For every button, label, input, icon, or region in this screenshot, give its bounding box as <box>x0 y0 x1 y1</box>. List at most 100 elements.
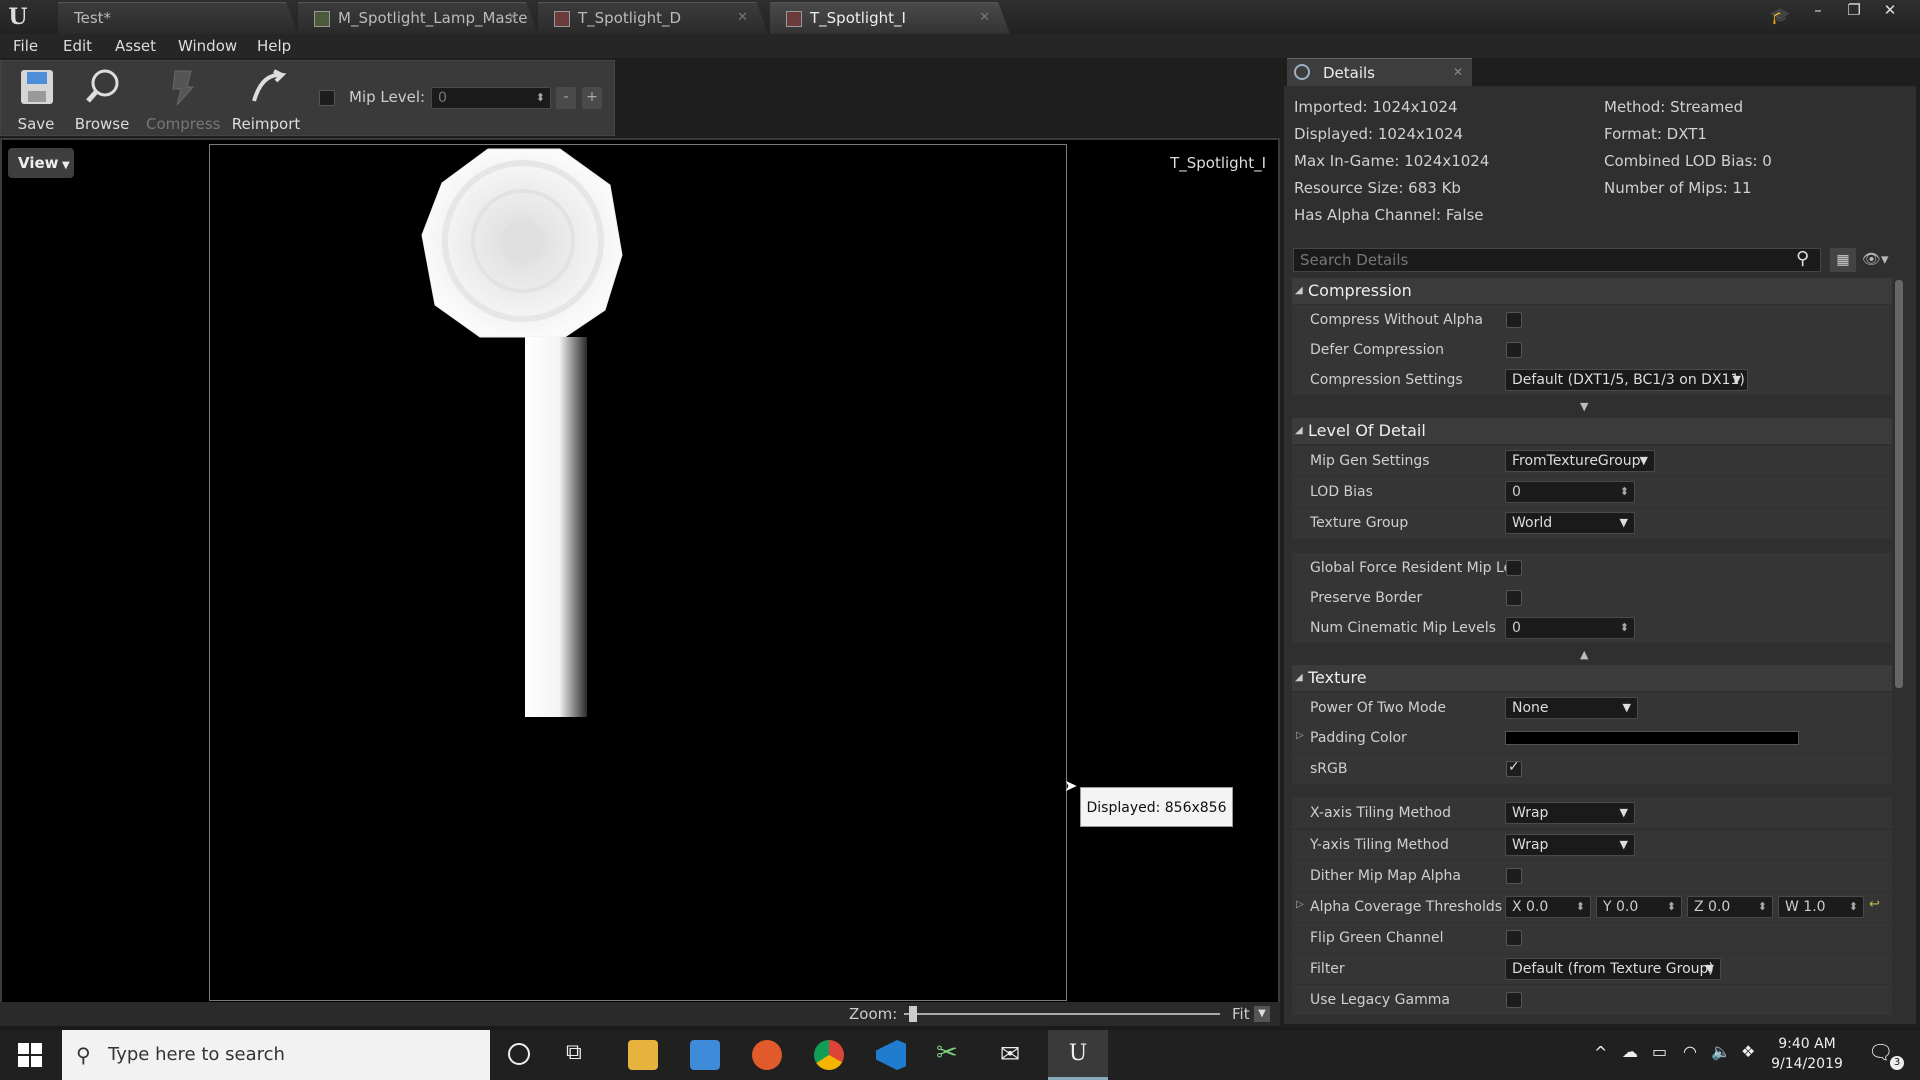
store-icon[interactable] <box>690 1040 720 1070</box>
save-button[interactable]: Save <box>1 63 71 135</box>
spin-icon: ⬍ <box>1666 900 1676 913</box>
tab-m-spotlight-lamp[interactable]: M_Spotlight_Lamp_Maste ✕ <box>298 2 538 34</box>
windows-start-icon[interactable] <box>18 1043 42 1067</box>
maximize-button[interactable]: ❐ <box>1836 0 1872 22</box>
search-icon: ⚲ <box>76 1043 91 1067</box>
close-icon[interactable]: ✕ <box>737 3 748 33</box>
lod-header[interactable]: Level Of Detail <box>1292 418 1892 444</box>
alpha-x-field[interactable]: X 0.0 ⬍ <box>1505 896 1591 918</box>
taskbar-search-input[interactable]: Type here to search <box>62 1030 490 1080</box>
close-window-button[interactable]: ✕ <box>1872 0 1908 22</box>
reimport-button[interactable]: Reimport <box>231 63 301 135</box>
expand-arrow-icon[interactable]: ▷ <box>1296 899 1304 910</box>
info-lod-bias: Combined LOD Bias: 0 <box>1604 152 1772 170</box>
ubuntu-icon[interactable] <box>752 1040 782 1070</box>
reimport-label: Reimport <box>231 115 301 133</box>
menu-window[interactable]: Window <box>178 34 237 58</box>
wifi-icon[interactable]: ◠ <box>1683 1042 1697 1061</box>
compression-header[interactable]: Compression <box>1292 278 1892 304</box>
learn-icon[interactable]: 🎓 <box>1770 6 1790 25</box>
search-details-input[interactable]: Search Details <box>1293 248 1821 272</box>
table-view-icon[interactable]: ▦ <box>1830 248 1856 272</box>
menu-asset[interactable]: Asset <box>115 34 156 58</box>
compress-without-alpha-checkbox[interactable] <box>1506 312 1522 328</box>
tab-test[interactable]: Test* <box>58 2 298 34</box>
clock[interactable]: 9:40 AM 9/14/2019 <box>1762 1034 1852 1074</box>
y-tiling-dropdown[interactable]: Wrap ▼ <box>1505 834 1635 856</box>
row-flip-green: Flip Green Channel <box>1292 923 1892 953</box>
row-compress-without-alpha: Compress Without Alpha <box>1292 305 1892 335</box>
tab-t-spotlight-i[interactable]: T_Spotlight_I ✕ <box>770 2 1010 34</box>
mip-level-label: Mip Level: <box>349 88 426 106</box>
close-icon[interactable]: ✕ <box>1453 58 1463 86</box>
zoom-dropdown-button[interactable]: ▼ <box>1254 1006 1270 1022</box>
task-view-icon[interactable]: ⧉ <box>566 1040 582 1065</box>
spin-icon: ⬍ <box>1848 900 1858 913</box>
close-icon[interactable]: ✕ <box>507 3 518 33</box>
defer-compression-checkbox[interactable] <box>1506 342 1522 358</box>
view-dropdown[interactable]: View ▼ <box>8 148 74 178</box>
row-texture-group: Texture Group World ▼ <box>1292 508 1892 538</box>
mip-level-field[interactable]: 0 ⬍ <box>431 87 551 109</box>
dropdown-value: Default (DXT1/5, BC1/3 on DX11) <box>1512 372 1745 388</box>
menu-help[interactable]: Help <box>257 34 291 58</box>
volume-icon[interactable]: 🔈 <box>1711 1042 1731 1061</box>
snipping-tool-icon[interactable]: ✂ <box>936 1038 958 1068</box>
close-icon[interactable]: ✕ <box>979 3 990 33</box>
menu-edit[interactable]: Edit <box>63 34 92 58</box>
file-explorer-icon[interactable] <box>628 1040 658 1070</box>
mip-decrement-button[interactable]: - <box>556 87 576 109</box>
row-label: Mip Gen Settings <box>1310 453 1430 469</box>
details-scrollbar[interactable] <box>1895 280 1903 688</box>
info-format: Format: DXT1 <box>1604 125 1707 143</box>
onedrive-icon[interactable]: ☁ <box>1622 1042 1638 1061</box>
row-preserve-border: Preserve Border <box>1292 583 1892 613</box>
menu-file[interactable]: File <box>13 34 38 58</box>
alpha-w-field[interactable]: W 1.0 ⬍ <box>1778 896 1864 918</box>
texture-group-dropdown[interactable]: World ▼ <box>1505 512 1635 534</box>
row-label: X-axis Tiling Method <box>1310 805 1451 821</box>
mip-level-checkbox[interactable] <box>319 90 335 106</box>
reset-to-default-icon[interactable]: ↩ <box>1869 897 1880 912</box>
expand-arrow-icon[interactable]: ▷ <box>1296 730 1304 741</box>
dither-checkbox[interactable] <box>1506 868 1522 884</box>
tab-t-spotlight-d[interactable]: T_Spotlight_D ✕ <box>538 2 768 34</box>
filter-dropdown[interactable]: Default (from Texture Group) ▼ <box>1505 958 1721 980</box>
minimize-button[interactable]: – <box>1800 0 1836 22</box>
cortana-icon[interactable] <box>508 1043 530 1065</box>
eye-icon[interactable]: 👁▾ <box>1862 250 1889 268</box>
chrome-icon[interactable] <box>814 1040 844 1070</box>
zoom-slider-handle[interactable] <box>909 1006 918 1022</box>
preserve-border-checkbox[interactable] <box>1506 590 1522 606</box>
save-label: Save <box>17 115 55 133</box>
toolbar-panel: Save Browse Compress Reimport Mip Level:… <box>0 60 615 136</box>
dropbox-icon[interactable]: ❖ <box>1741 1042 1755 1061</box>
compress-button[interactable]: Compress <box>146 63 220 135</box>
power-of-two-dropdown[interactable]: None ▼ <box>1505 697 1638 719</box>
browse-button[interactable]: Browse <box>67 63 137 135</box>
padding-color-swatch[interactable] <box>1505 731 1799 745</box>
num-cinematic-field[interactable]: 0 ⬍ <box>1505 617 1635 639</box>
legacy-gamma-checkbox[interactable] <box>1506 992 1522 1008</box>
details-tab[interactable]: Details <box>1287 58 1472 86</box>
collapse-advanced-icon[interactable]: ▲ <box>1580 648 1588 661</box>
compression-settings-dropdown[interactable]: Default (DXT1/5, BC1/3 on DX11) ▼ <box>1505 369 1748 391</box>
expand-advanced-icon[interactable]: ▼ <box>1580 400 1588 413</box>
texture-header[interactable]: Texture <box>1292 665 1892 691</box>
alpha-z-field[interactable]: Z 0.0 ⬍ <box>1687 896 1773 918</box>
zoom-slider-track[interactable] <box>904 1013 1220 1015</box>
unreal-taskbar-icon[interactable]: U <box>1048 1030 1108 1080</box>
mail-icon[interactable]: ✉ <box>1000 1040 1020 1068</box>
alpha-y-field[interactable]: Y 0.0 ⬍ <box>1596 896 1682 918</box>
flip-green-checkbox[interactable] <box>1506 930 1522 946</box>
srgb-checkbox[interactable] <box>1506 759 1522 777</box>
battery-icon[interactable]: ▭ <box>1652 1042 1667 1061</box>
row-label: Compression Settings <box>1310 372 1463 388</box>
chevron-up-icon[interactable]: ^ <box>1594 1043 1607 1062</box>
x-tiling-dropdown[interactable]: Wrap ▼ <box>1505 802 1635 824</box>
mip-gen-dropdown[interactable]: FromTextureGroup ▼ <box>1505 450 1655 472</box>
mip-increment-button[interactable]: + <box>582 87 602 109</box>
global-force-checkbox[interactable] <box>1506 560 1522 576</box>
lod-bias-field[interactable]: 0 ⬍ <box>1505 481 1635 503</box>
search-icon: ⚲ <box>1796 248 1810 269</box>
